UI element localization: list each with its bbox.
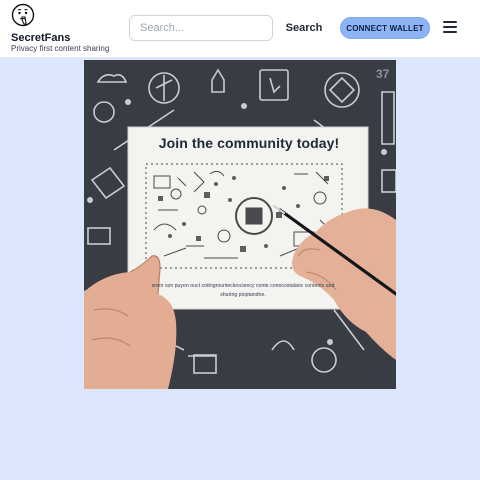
brand-tagline: Privacy first content sharing — [11, 44, 110, 53]
top-navbar: SecretFans Privacy first content sharing… — [0, 0, 480, 58]
shushing-face-icon[interactable] — [11, 3, 35, 28]
search-input[interactable] — [129, 15, 273, 41]
hero-illustration: 37 — [84, 60, 396, 389]
search-button[interactable]: Search — [282, 16, 326, 40]
hamburger-menu-icon[interactable] — [443, 21, 457, 35]
hero-caption: srern ozn puyon ouct cottngrountecleocie… — [151, 283, 335, 298]
hero-image: 37 Join the community today! srern ozn p… — [84, 60, 396, 389]
brand-name[interactable]: SecretFans — [11, 32, 70, 44]
connect-wallet-button[interactable]: CONNECT WALLET — [340, 17, 430, 39]
hero-title: Join the community today! — [158, 135, 340, 151]
svg-text:37: 37 — [376, 67, 390, 81]
